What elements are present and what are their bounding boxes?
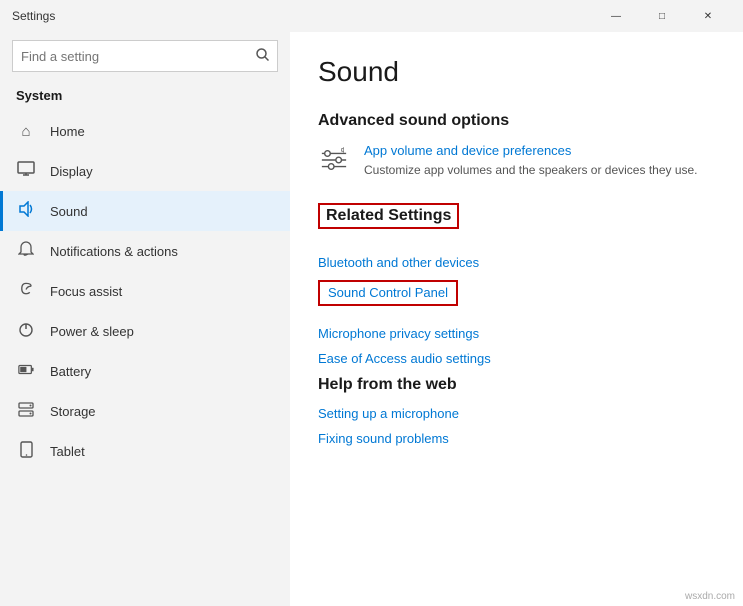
sidebar-item-label-battery: Battery bbox=[50, 364, 91, 379]
notifications-icon bbox=[16, 241, 36, 262]
sidebar-item-sound[interactable]: Sound bbox=[0, 191, 290, 231]
page-title: Sound bbox=[318, 56, 715, 88]
display-icon bbox=[16, 161, 36, 181]
fix-sound-link[interactable]: Fixing sound problems bbox=[318, 431, 715, 446]
adv-text: App volume and device preferences Custom… bbox=[364, 142, 698, 179]
microphone-link[interactable]: Microphone privacy settings bbox=[318, 326, 715, 341]
sidebar-item-label-display: Display bbox=[50, 164, 93, 179]
sidebar: System Home Display Sound bbox=[0, 32, 290, 606]
sidebar-item-battery[interactable]: Battery bbox=[0, 351, 290, 391]
storage-icon bbox=[16, 401, 36, 422]
related-settings-header-box: Related Settings bbox=[318, 203, 459, 229]
close-button[interactable]: ✕ bbox=[685, 0, 731, 32]
title-bar: Settings — □ ✕ bbox=[0, 0, 743, 32]
setup-microphone-link[interactable]: Setting up a microphone bbox=[318, 406, 715, 421]
search-input[interactable] bbox=[21, 49, 256, 64]
focus-icon bbox=[16, 281, 36, 302]
app-volume-desc: Customize app volumes and the speakers o… bbox=[364, 162, 698, 179]
advanced-section-title: Advanced sound options bbox=[318, 112, 715, 130]
sidebar-item-label-tablet: Tablet bbox=[50, 444, 85, 459]
ease-of-access-link[interactable]: Ease of Access audio settings bbox=[318, 351, 715, 366]
advanced-option: App volume and device preferences Custom… bbox=[318, 142, 715, 179]
app-container: System Home Display Sound bbox=[0, 32, 743, 606]
sidebar-section-label: System bbox=[0, 84, 290, 111]
search-icon bbox=[256, 48, 269, 64]
maximize-button[interactable]: □ bbox=[639, 0, 685, 32]
sidebar-item-label-power: Power & sleep bbox=[50, 324, 134, 339]
title-bar-title: Settings bbox=[12, 9, 55, 23]
sidebar-item-label-storage: Storage bbox=[50, 404, 96, 419]
help-section: Help from the web Setting up a microphon… bbox=[318, 376, 715, 446]
sidebar-item-home[interactable]: Home bbox=[0, 111, 290, 151]
help-section-title: Help from the web bbox=[318, 376, 715, 394]
sound-icon bbox=[16, 201, 36, 221]
battery-icon bbox=[16, 363, 36, 380]
main-content: Sound Advanced sound options App volum bbox=[290, 32, 743, 606]
tablet-icon bbox=[16, 441, 36, 462]
power-icon bbox=[16, 321, 36, 342]
app-volume-link[interactable]: App volume and device preferences bbox=[364, 143, 571, 158]
sidebar-item-storage[interactable]: Storage bbox=[0, 391, 290, 431]
sidebar-item-label-home: Home bbox=[50, 124, 85, 139]
sidebar-item-focus[interactable]: Focus assist bbox=[0, 271, 290, 311]
sidebar-item-notifications[interactable]: Notifications & actions bbox=[0, 231, 290, 271]
app-volume-icon bbox=[318, 144, 350, 176]
sound-control-panel-link[interactable]: Sound Control Panel bbox=[328, 285, 448, 300]
watermark: wsxdn.com bbox=[685, 591, 735, 602]
home-icon bbox=[16, 123, 36, 140]
sidebar-item-tablet[interactable]: Tablet bbox=[0, 431, 290, 471]
title-bar-controls: — □ ✕ bbox=[593, 0, 731, 32]
sidebar-item-power[interactable]: Power & sleep bbox=[0, 311, 290, 351]
sound-control-panel-box: Sound Control Panel bbox=[318, 280, 458, 306]
sidebar-item-display[interactable]: Display bbox=[0, 151, 290, 191]
sidebar-item-label-focus: Focus assist bbox=[50, 284, 122, 299]
related-settings-title: Related Settings bbox=[326, 207, 451, 224]
sidebar-item-label-notifications: Notifications & actions bbox=[50, 244, 178, 259]
search-box[interactable] bbox=[12, 40, 278, 72]
sidebar-item-label-sound: Sound bbox=[50, 204, 88, 219]
minimize-button[interactable]: — bbox=[593, 0, 639, 32]
bluetooth-link[interactable]: Bluetooth and other devices bbox=[318, 255, 715, 270]
